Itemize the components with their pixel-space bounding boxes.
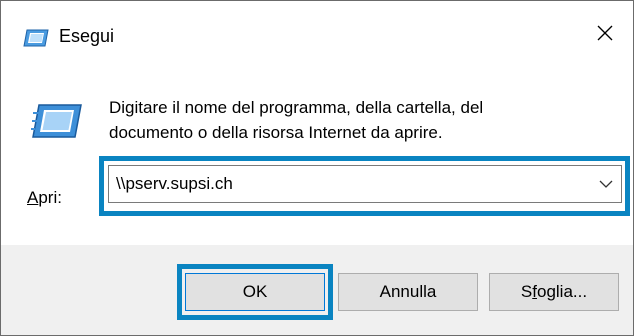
browse-button[interactable]: Sf oglia... xyxy=(489,273,619,311)
browse-label-prefix: S xyxy=(520,282,533,301)
description-line-1: Digitare il nome del programma, della ca… xyxy=(109,98,484,117)
open-label-rest: pri: xyxy=(38,188,62,207)
run-dialog: Esegui Digitare il nome del programma, d… xyxy=(0,0,634,336)
window-title: Esegui xyxy=(59,26,115,46)
cancel-button[interactable]: Annulla xyxy=(338,273,478,311)
description-line-2: documento o della risorsa Internet da ap… xyxy=(109,123,443,142)
button-bar: OK Annulla Sf oglia... xyxy=(1,245,633,335)
title-bar: Esegui xyxy=(1,1,633,65)
open-label: Apri: xyxy=(27,188,62,208)
chevron-down-icon[interactable] xyxy=(599,178,613,190)
close-icon xyxy=(597,25,613,41)
close-button[interactable] xyxy=(577,1,633,65)
dialog-description: Digitare il nome del programma, della ca… xyxy=(109,95,609,145)
dialog-content: Digitare il nome del programma, della ca… xyxy=(1,65,633,245)
browse-label-rest: oglia... xyxy=(536,282,588,301)
ok-button[interactable]: OK xyxy=(185,273,325,311)
run-icon xyxy=(31,104,82,138)
run-icon xyxy=(23,29,49,47)
open-combobox[interactable]: \\pserv.supsi.ch xyxy=(108,165,622,203)
open-label-accelerator: A xyxy=(27,188,39,207)
open-combobox-value[interactable]: \\pserv.supsi.ch xyxy=(116,174,233,194)
